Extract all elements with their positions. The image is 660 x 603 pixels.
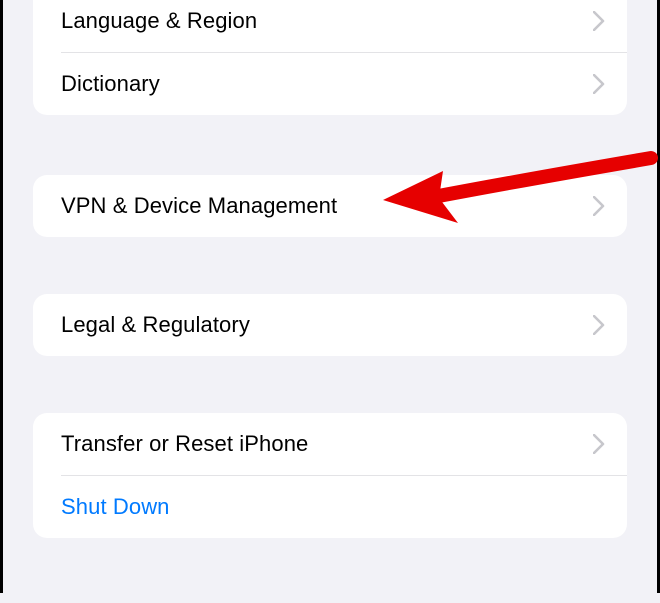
- row-label: Legal & Regulatory: [61, 312, 250, 338]
- row-label: Dictionary: [61, 71, 160, 97]
- legal-regulatory-row[interactable]: Legal & Regulatory: [33, 294, 627, 356]
- chevron-right-icon: [593, 196, 605, 216]
- shut-down-row[interactable]: Shut Down: [33, 476, 627, 538]
- row-label: Language & Region: [61, 8, 257, 34]
- settings-group-language: Language & Region Dictionary: [33, 0, 627, 115]
- settings-group-vpn: VPN & Device Management: [33, 175, 627, 237]
- transfer-reset-row[interactable]: Transfer or Reset iPhone: [33, 413, 627, 475]
- settings-group-reset: Transfer or Reset iPhone Shut Down: [33, 413, 627, 538]
- dictionary-row[interactable]: Dictionary: [33, 53, 627, 115]
- vpn-device-management-row[interactable]: VPN & Device Management: [33, 175, 627, 237]
- language-region-row[interactable]: Language & Region: [33, 0, 627, 52]
- chevron-right-icon: [593, 434, 605, 454]
- chevron-right-icon: [593, 315, 605, 335]
- settings-group-legal: Legal & Regulatory: [33, 294, 627, 356]
- chevron-right-icon: [593, 74, 605, 94]
- chevron-right-icon: [593, 11, 605, 31]
- row-label: VPN & Device Management: [61, 193, 337, 219]
- row-label: Shut Down: [61, 494, 170, 520]
- row-label: Transfer or Reset iPhone: [61, 431, 308, 457]
